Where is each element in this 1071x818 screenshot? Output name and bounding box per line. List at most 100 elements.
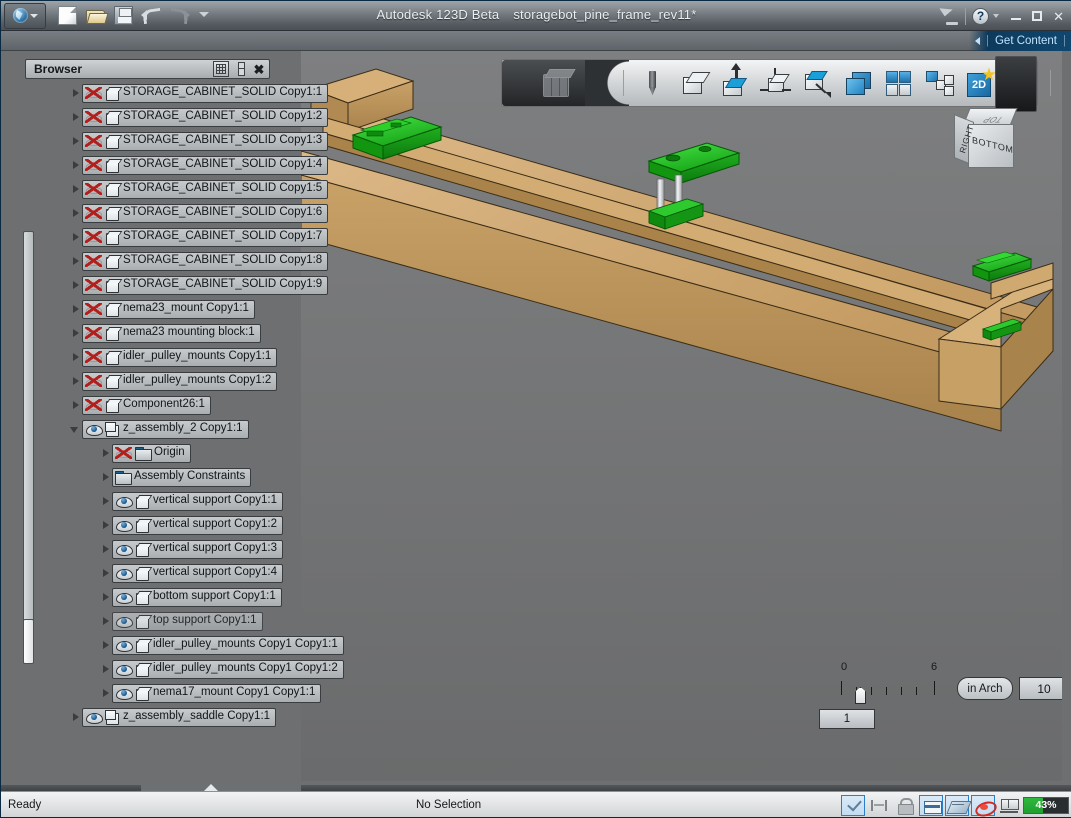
tree-node-item[interactable]: STORAGE_CABINET_SOLID Copy1:2 (82, 107, 329, 127)
tree-expander-collapsed-icon[interactable] (99, 663, 112, 676)
tree-expander-collapsed-icon[interactable] (69, 231, 82, 244)
new-file-icon[interactable] (58, 6, 77, 25)
layers-icon[interactable] (842, 68, 873, 99)
visibility-hidden-icon[interactable] (85, 158, 102, 172)
tree-node-item[interactable]: top support Copy1:1 (112, 611, 263, 631)
constraint-icon[interactable] (867, 795, 891, 816)
tree-node-item[interactable]: STORAGE_CABINET_SOLID Copy1:5 (82, 179, 329, 199)
maximize-button[interactable] (1032, 11, 1043, 21)
tree-node-item[interactable]: nema23 mounting block:1 (82, 323, 261, 343)
tree-expander-collapsed-icon[interactable] (99, 447, 112, 460)
tree-node-item[interactable]: nema17_mount Copy1 Copy1:1 (112, 683, 322, 703)
help-icon[interactable]: ? (972, 7, 990, 25)
browser-filter-button[interactable] (213, 61, 229, 77)
visibility-hidden-icon[interactable] (85, 230, 102, 244)
tree-expander-collapsed-icon[interactable] (69, 255, 82, 268)
tree-expander-collapsed-icon[interactable] (99, 519, 112, 532)
tree-expander-collapsed-icon[interactable] (69, 135, 82, 148)
redo-icon[interactable] (170, 6, 190, 25)
visibility-eye-icon[interactable] (115, 686, 133, 700)
chevron-down-icon[interactable] (993, 14, 1000, 18)
tree-node-item[interactable]: nema23_mount Copy1:1 (82, 299, 255, 319)
tree-expander-collapsed-icon[interactable] (69, 183, 82, 196)
tree-expander-collapsed-icon[interactable] (99, 471, 112, 484)
visibility-hidden-icon[interactable] (85, 86, 102, 100)
workplane-icon[interactable] (945, 794, 969, 816)
connect-satellite-icon[interactable] (939, 7, 959, 25)
tree-node-item[interactable]: vertical support Copy1:2 (112, 515, 284, 535)
get-content-button[interactable]: | Get Content | (968, 31, 1071, 51)
extrude-icon[interactable] (719, 62, 750, 99)
visibility-hidden-icon[interactable] (85, 206, 102, 220)
visibility-eye-icon[interactable] (115, 590, 133, 604)
display-mode-icon[interactable] (997, 795, 1021, 816)
tree-node-item[interactable]: STORAGE_CABINET_SOLID Copy1:6 (82, 203, 329, 223)
tree-expander-collapsed-icon[interactable] (99, 639, 112, 652)
splitter-collapse-arrow-icon[interactable] (204, 784, 218, 791)
tree-node-item[interactable]: idler_pulley_mounts Copy1 Copy1:1 (112, 635, 344, 655)
tree-node-item[interactable]: idler_pulley_mounts Copy1:1 (82, 347, 278, 367)
close-button[interactable]: ✕ (1053, 10, 1064, 23)
customize-qat-icon[interactable] (198, 6, 210, 25)
tree-node-item[interactable]: STORAGE_CABINET_SOLID Copy1:1 (82, 83, 329, 103)
visibility-eye-icon[interactable] (115, 638, 133, 652)
move-icon[interactable] (760, 67, 791, 99)
tree-expander-collapsed-icon[interactable] (69, 711, 82, 724)
open-file-icon[interactable] (86, 6, 105, 25)
visibility-hidden-icon[interactable] (85, 302, 102, 316)
tree-expander-expanded-icon[interactable] (69, 423, 82, 436)
visibility-eye-icon[interactable] (85, 422, 103, 436)
tree-expander-collapsed-icon[interactable] (69, 351, 82, 364)
combine-blocks-icon[interactable] (924, 68, 955, 99)
press-pull-icon[interactable] (801, 68, 832, 99)
visibility-hidden-icon[interactable] (115, 446, 132, 460)
tree-node-item[interactable]: Component26:1 (82, 395, 211, 415)
tree-node-item[interactable]: STORAGE_CABINET_SOLID Copy1:9 (82, 275, 329, 295)
check-valid-icon[interactable] (841, 794, 865, 816)
visibility-eye-icon[interactable] (115, 566, 133, 580)
tree-node-item[interactable]: vertical support Copy1:1 (112, 491, 284, 511)
tree-expander-collapsed-icon[interactable] (99, 567, 112, 580)
visibility-hidden-icon[interactable] (85, 398, 102, 412)
application-menu-button[interactable] (4, 2, 46, 29)
visibility-hidden-icon[interactable] (85, 374, 102, 388)
tree-node-item[interactable]: z_assembly_2 Copy1:1 (82, 419, 249, 439)
visibility-hidden-icon[interactable] (85, 110, 102, 124)
tree-expander-collapsed-icon[interactable] (99, 495, 112, 508)
visibility-eye-icon[interactable] (115, 662, 133, 676)
visibility-hidden-icon[interactable] (85, 326, 102, 340)
tree-expander-collapsed-icon[interactable] (69, 207, 82, 220)
tree-node-item[interactable]: Origin (112, 443, 191, 463)
tree-expander-collapsed-icon[interactable] (99, 591, 112, 604)
tree-expander-collapsed-icon[interactable] (69, 327, 82, 340)
browser-dock-button[interactable] (232, 61, 248, 77)
tree-expander-collapsed-icon[interactable] (69, 303, 82, 316)
tree-node-item[interactable]: vertical support Copy1:4 (112, 563, 284, 583)
tree-expander-collapsed-icon[interactable] (69, 111, 82, 124)
viewport-3d[interactable]: TOP RIGHT BOTTOM 0 6 (301, 51, 1062, 781)
tree-node-item[interactable]: bottom support Copy1:1 (112, 587, 282, 607)
browser-close-button[interactable]: ✖ (251, 61, 267, 77)
snap-grid-icon[interactable] (919, 794, 943, 816)
tree-node-item[interactable]: z_assembly_saddle Copy1:1 (82, 707, 277, 727)
tree-expander-collapsed-icon[interactable] (99, 543, 112, 556)
visibility-hidden-icon[interactable] (85, 182, 102, 196)
tree-node-item[interactable]: idler_pulley_mounts Copy1 Copy1:2 (112, 659, 344, 679)
visibility-hidden-icon[interactable] (85, 350, 102, 364)
tree-expander-collapsed-icon[interactable] (99, 615, 112, 628)
tree-node-item[interactable]: idler_pulley_mounts Copy1:2 (82, 371, 278, 391)
tree-expander-collapsed-icon[interactable] (69, 87, 82, 100)
sketch-pen-icon[interactable] (637, 68, 668, 99)
primitive-cube-icon[interactable] (678, 68, 709, 99)
visibility-eye-icon[interactable] (115, 518, 133, 532)
tree-node-item[interactable]: STORAGE_CABINET_SOLID Copy1:8 (82, 251, 329, 271)
nav-expand-button[interactable] (995, 56, 1037, 112)
grid-four-icon[interactable] (883, 68, 914, 99)
tree-expander-collapsed-icon[interactable] (69, 375, 82, 388)
orbit-icon[interactable] (971, 794, 995, 816)
visibility-hidden-icon[interactable] (85, 134, 102, 148)
tree-node-item[interactable]: vertical support Copy1:3 (112, 539, 284, 559)
tree-node-item[interactable]: Assembly Constraints (112, 467, 252, 487)
visibility-eye-icon[interactable] (85, 710, 103, 724)
view-cube[interactable]: TOP RIGHT BOTTOM (954, 106, 1032, 178)
